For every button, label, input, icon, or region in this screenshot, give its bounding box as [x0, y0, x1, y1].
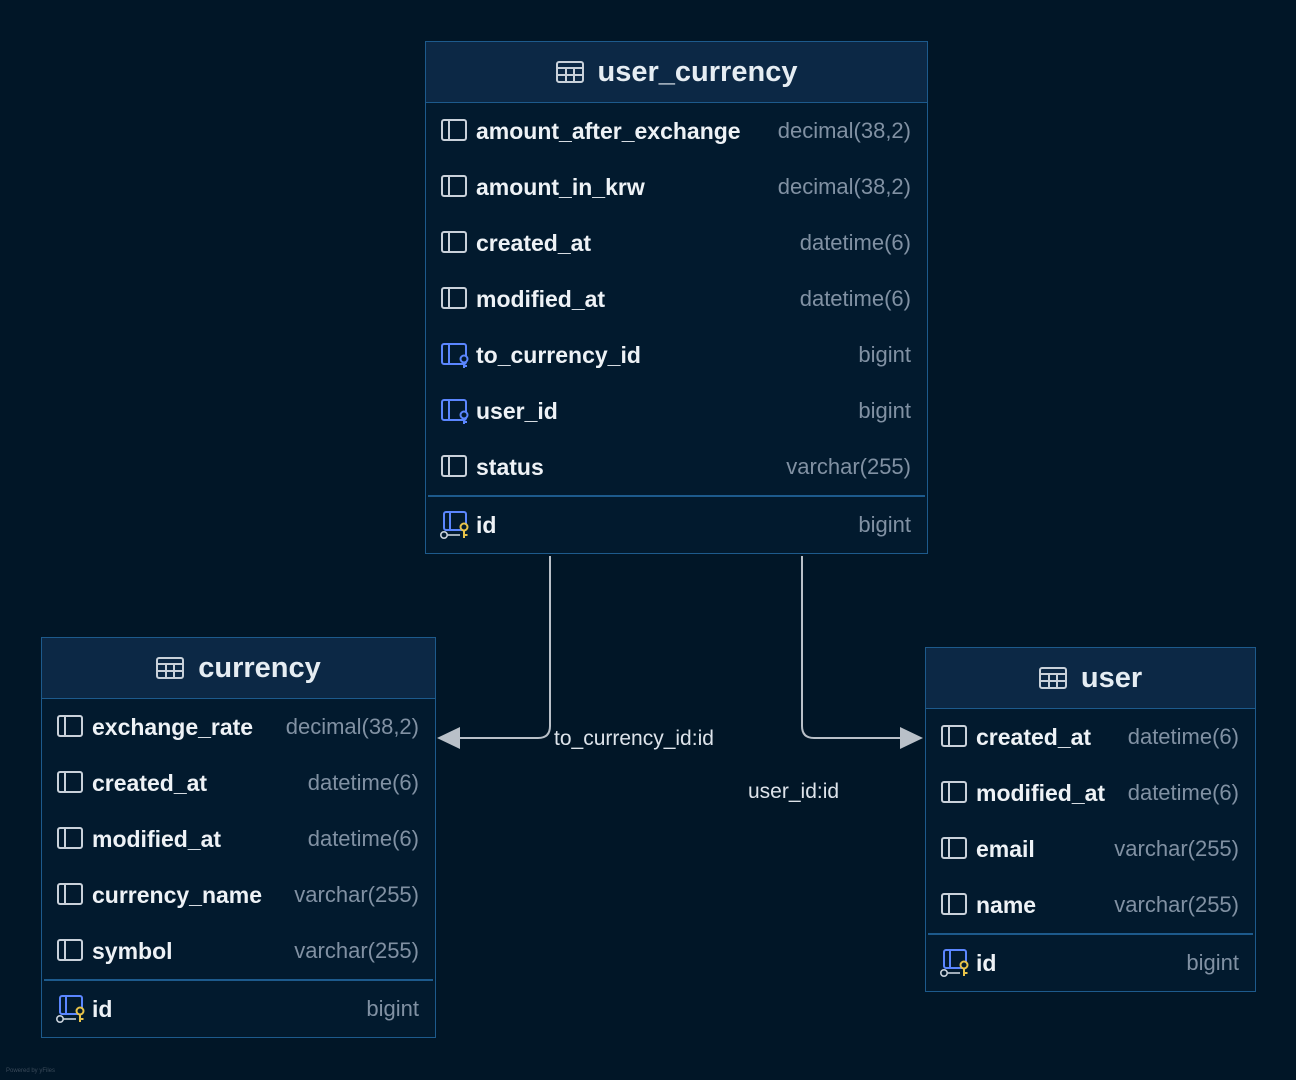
column-type: decimal(38,2): [777, 174, 911, 199]
column-type: datetime(6): [1127, 780, 1239, 805]
column-row-exchange-rate[interactable]: exchange_rate decimal(38,2): [42, 699, 435, 755]
column-name: created_at: [976, 723, 1092, 750]
table-currency[interactable]: currency exchange_rate decimal(38,2) create…: [41, 637, 436, 1038]
column-icon: [56, 713, 86, 741]
column-name: created_at: [476, 229, 592, 256]
column-row-status[interactable]: status varchar(255): [426, 439, 927, 495]
primary-key-icon: [439, 511, 470, 539]
edge-label-to-user: user_id:id: [748, 780, 840, 803]
watermark: Powered by yFiles: [6, 1068, 56, 1074]
column-row-modified-at[interactable]: modified_at datetime(6): [42, 811, 435, 867]
table-header[interactable]: currency: [42, 638, 435, 699]
table-user-currency[interactable]: user_currency amount_after_exchange decima…: [425, 41, 928, 554]
column-name: status: [476, 453, 544, 480]
column-name: user_id: [476, 397, 558, 424]
table-icon: [1038, 667, 1067, 689]
column-row-currency-name[interactable]: currency_name varchar(255): [42, 867, 435, 923]
column-name: modified_at: [976, 779, 1106, 806]
column-name: currency_name: [92, 881, 263, 908]
edge-to-user-arrowhead: [900, 727, 923, 749]
column-row-modified-at[interactable]: modified_at datetime(6): [926, 765, 1255, 821]
column-type: datetime(6): [307, 770, 419, 795]
er-diagram-canvas: to_currency_id:id user_id:id user_curren…: [0, 0, 1296, 1080]
primary-key-icon: [939, 949, 970, 977]
column-type: datetime(6): [799, 230, 911, 255]
column-name: modified_at: [476, 285, 606, 312]
column-type: bigint: [858, 398, 911, 423]
table-title: user: [1080, 661, 1143, 694]
column-icon: [440, 117, 470, 145]
table-icon: [555, 61, 584, 83]
column-type: varchar(255): [294, 938, 419, 963]
column-icon: [940, 891, 970, 919]
column-name: modified_at: [92, 825, 222, 852]
column-type: varchar(255): [1114, 836, 1239, 861]
column-name: to_currency_id: [476, 341, 641, 368]
column-row-modified-at[interactable]: modified_at datetime(6): [426, 271, 927, 327]
primary-key-row[interactable]: id bigint: [426, 497, 927, 553]
column-name: name: [976, 891, 1037, 918]
edge-to-user[interactable]: [801, 556, 900, 739]
column-type: bigint: [858, 342, 911, 367]
column-icon: [440, 285, 470, 313]
column-row-email[interactable]: email varchar(255): [926, 821, 1255, 877]
column-type: bigint: [858, 512, 911, 537]
column-row-created-at[interactable]: created_at datetime(6): [426, 215, 927, 271]
column-row-created-at[interactable]: created_at datetime(6): [926, 709, 1255, 765]
column-type: datetime(6): [799, 286, 911, 311]
column-name: amount_after_exchange: [476, 117, 741, 144]
column-name: id: [476, 511, 497, 538]
column-row-to-currency-id[interactable]: to_currency_id bigint: [426, 327, 927, 383]
table-user[interactable]: user created_at datetime(6) modified_at date…: [925, 647, 1256, 992]
table-icon: [156, 657, 185, 679]
column-icon: [440, 173, 470, 201]
column-row-amount-in-krw[interactable]: amount_in_krw decimal(38,2): [426, 159, 927, 215]
column-row-created-at[interactable]: created_at datetime(6): [42, 755, 435, 811]
column-row-name[interactable]: name varchar(255): [926, 877, 1255, 933]
column-name: symbol: [92, 937, 173, 964]
column-name: exchange_rate: [92, 713, 254, 740]
table-header[interactable]: user: [926, 648, 1255, 709]
column-row-symbol[interactable]: symbol varchar(255): [42, 923, 435, 979]
column-icon: [56, 937, 86, 965]
edge-to-currency[interactable]: [460, 556, 551, 739]
column-name: email: [976, 835, 1035, 862]
column-type: decimal(38,2): [777, 118, 911, 143]
column-type: datetime(6): [1127, 724, 1239, 749]
foreign-key-icon: [440, 341, 470, 369]
column-row-amount-after-exchange[interactable]: amount_after_exchange decimal(38,2): [426, 103, 927, 159]
column-type: varchar(255): [786, 454, 911, 479]
foreign-key-icon: [440, 397, 470, 425]
column-type: varchar(255): [1114, 892, 1239, 917]
edge-label-to-currency: to_currency_id:id: [554, 727, 714, 750]
column-icon: [940, 835, 970, 863]
column-type: decimal(38,2): [285, 714, 419, 739]
table-header[interactable]: user_currency: [426, 42, 927, 103]
column-type: varchar(255): [294, 882, 419, 907]
column-type: datetime(6): [307, 826, 419, 851]
column-icon: [440, 229, 470, 257]
column-name: id: [976, 949, 997, 976]
primary-key-row[interactable]: id bigint: [42, 981, 435, 1037]
column-type: bigint: [1186, 950, 1239, 975]
column-icon: [56, 881, 86, 909]
column-icon: [940, 723, 970, 751]
column-name: amount_in_krw: [476, 173, 645, 200]
column-row-user-id[interactable]: user_id bigint: [426, 383, 927, 439]
edge-to-currency-arrowhead: [437, 727, 460, 749]
column-name: id: [92, 995, 113, 1022]
column-type: bigint: [366, 996, 419, 1021]
column-icon: [56, 825, 86, 853]
column-icon: [940, 779, 970, 807]
primary-key-row[interactable]: id bigint: [926, 935, 1255, 991]
table-title: user_currency: [597, 55, 798, 88]
column-icon: [440, 453, 470, 481]
primary-key-icon: [55, 995, 86, 1023]
table-title: currency: [198, 651, 321, 684]
column-name: created_at: [92, 769, 208, 796]
column-icon: [56, 769, 86, 797]
